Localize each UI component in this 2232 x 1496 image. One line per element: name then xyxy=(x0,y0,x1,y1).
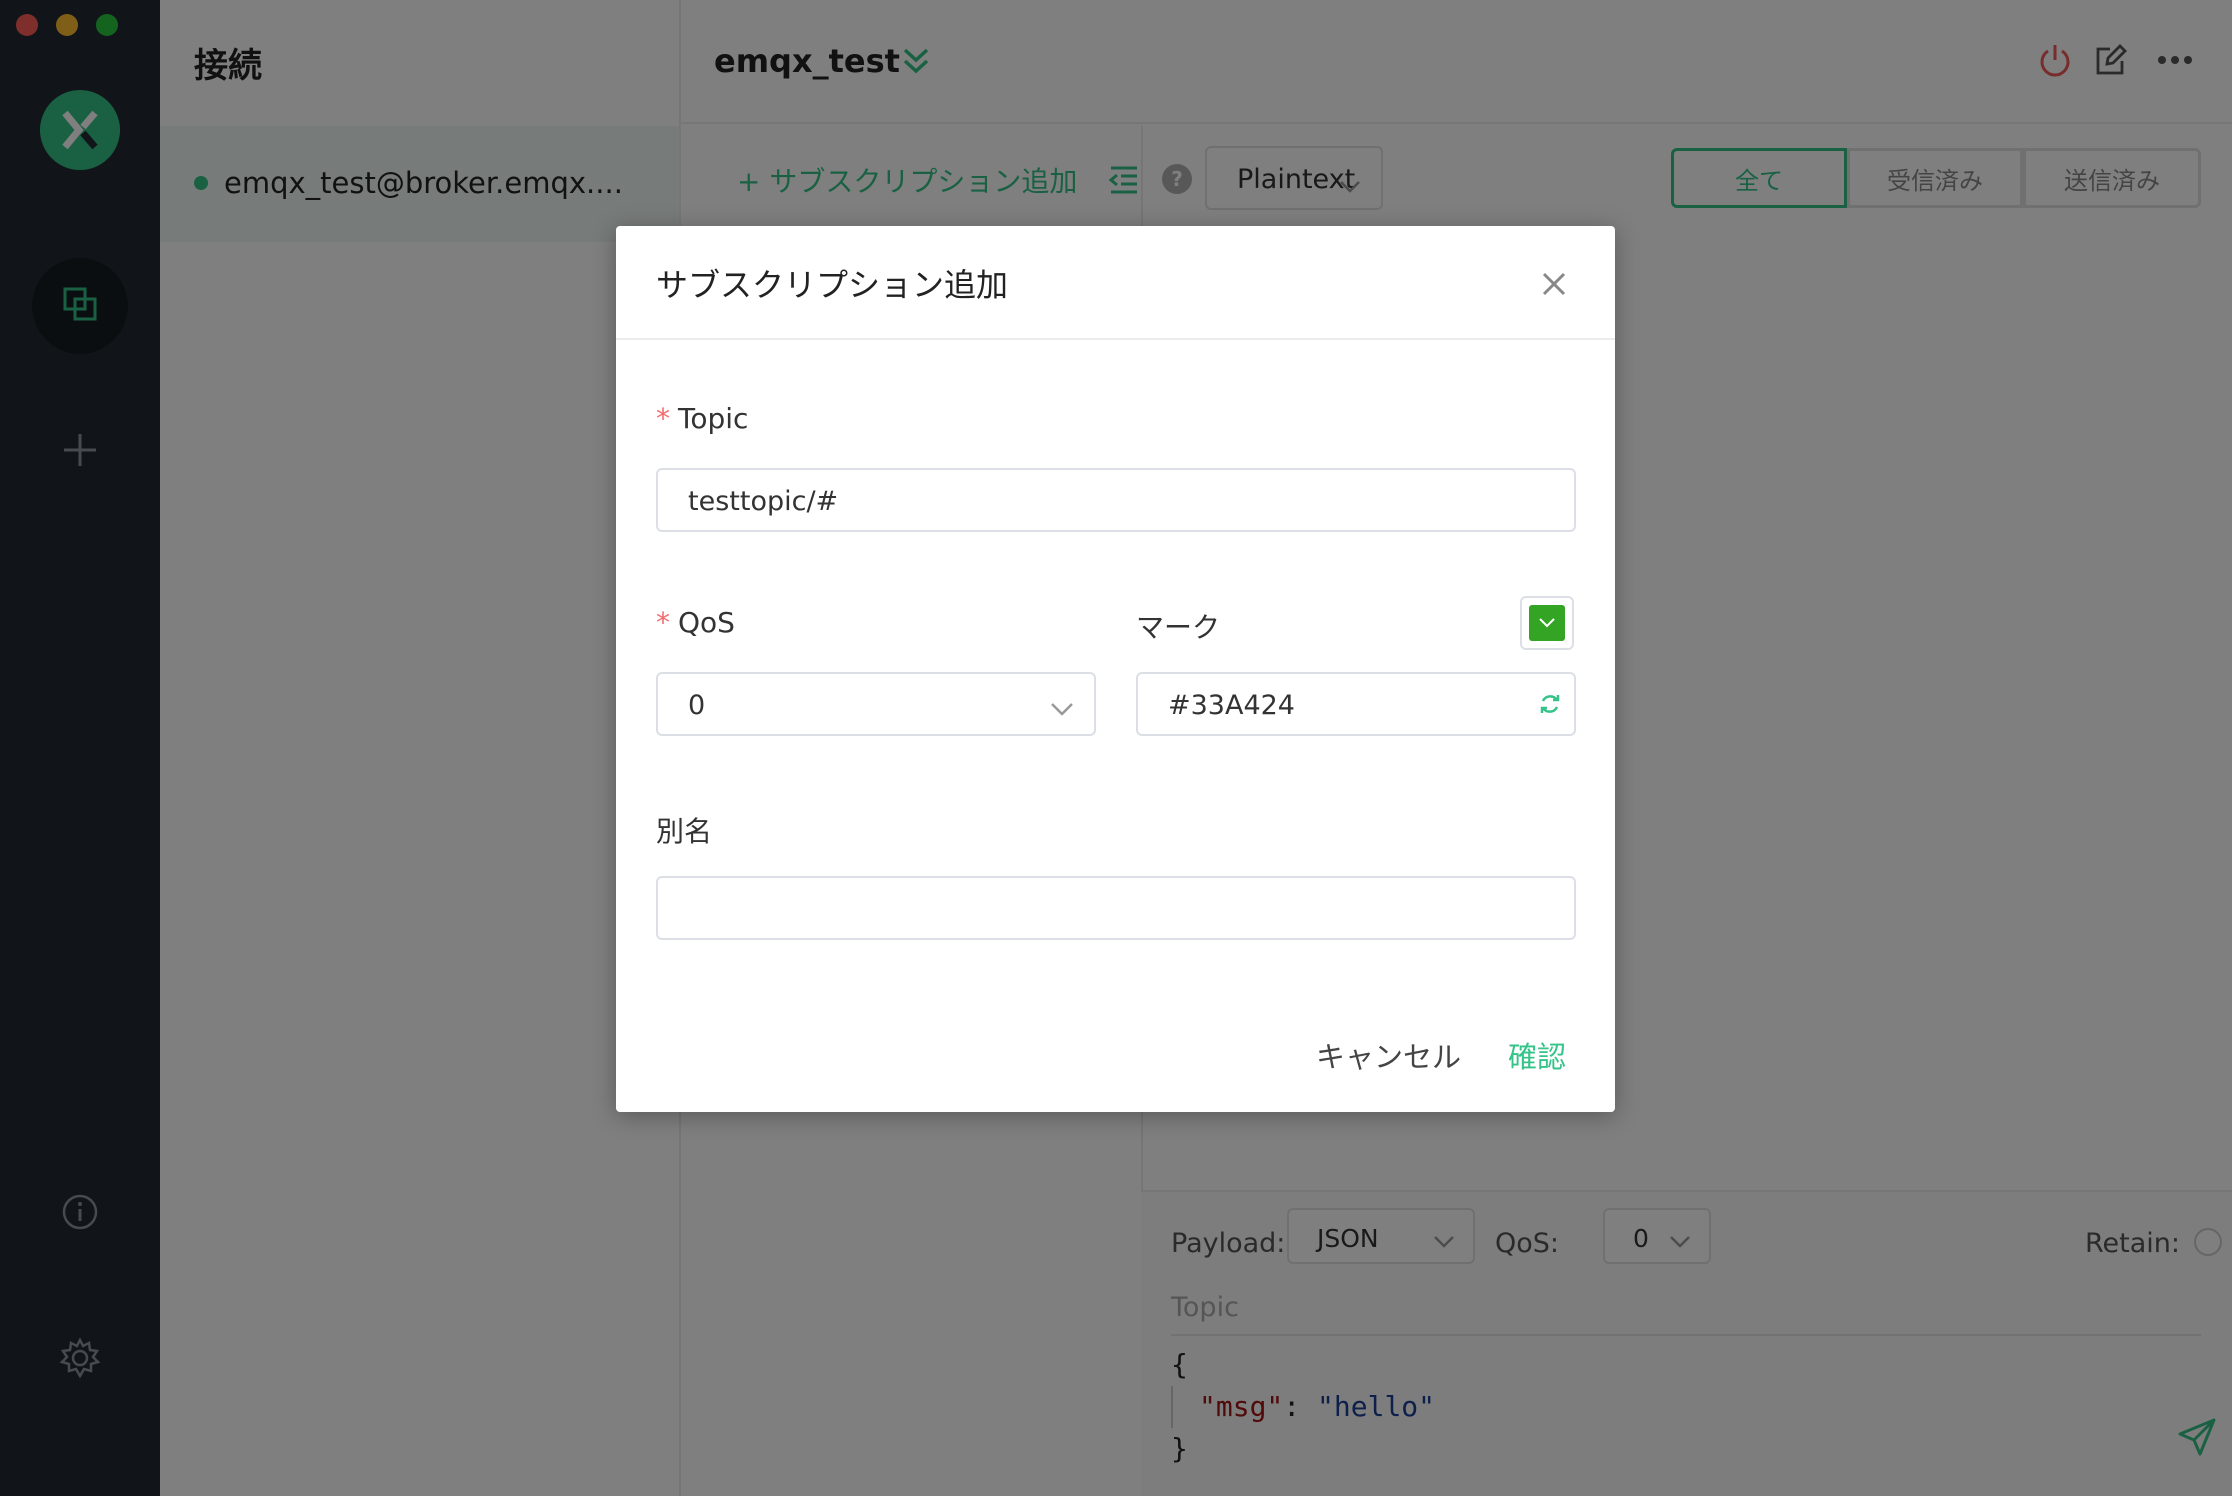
dialog-header: サブスクリプション追加 xyxy=(616,226,1615,340)
cancel-button[interactable]: キャンセル xyxy=(1316,1034,1461,1076)
confirm-button[interactable]: 確認 xyxy=(1508,1034,1566,1076)
mark-color-input[interactable]: #33A424 xyxy=(1136,672,1576,736)
topic-input[interactable]: testtopic/# xyxy=(656,468,1576,532)
required-mark: * xyxy=(656,606,670,639)
refresh-icon[interactable] xyxy=(1538,692,1562,723)
required-mark: * xyxy=(656,402,670,435)
alias-label: 別名 xyxy=(656,815,713,848)
chevron-down-icon xyxy=(1050,694,1074,725)
topic-label-text: Topic xyxy=(678,402,749,435)
mark-color-value: #33A424 xyxy=(1168,690,1295,721)
qos-select[interactable]: 0 xyxy=(656,672,1096,736)
add-subscription-dialog: サブスクリプション追加 * Topic testtopic/# * QoS 0 マー… xyxy=(616,226,1615,1112)
qos-field-label: * QoS xyxy=(656,606,735,639)
topic-label: * Topic xyxy=(656,402,748,435)
qos-select-value: 0 xyxy=(688,690,706,721)
mark-color-swatch xyxy=(1529,605,1565,641)
mark-color-picker[interactable] xyxy=(1520,596,1574,650)
qos-label-text: QoS xyxy=(678,606,735,639)
close-icon xyxy=(1541,271,1567,301)
mqttx-app-window: 接続 emqx_test@broker.emqx.... emqx_test xyxy=(0,0,2232,1496)
mark-label: マーク xyxy=(1136,611,1221,644)
dialog-title: サブスクリプション追加 xyxy=(656,266,1009,304)
topic-input-value: testtopic/# xyxy=(688,486,839,517)
alias-input[interactable] xyxy=(656,876,1576,940)
dialog-close-button[interactable] xyxy=(1534,266,1574,306)
